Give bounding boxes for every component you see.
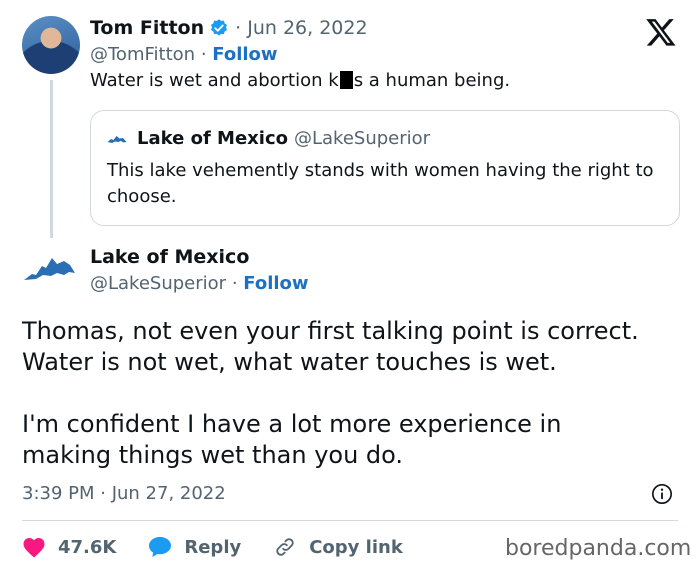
reply-bubble-icon [149, 537, 172, 557]
info-icon[interactable] [651, 483, 673, 505]
reply-button[interactable]: Reply [148, 536, 241, 558]
lake-logo-icon [107, 135, 127, 143]
reply-author-handle[interactable]: @LakeSuperior [90, 273, 226, 294]
original-author-handle[interactable]: @TomFitton [90, 44, 195, 65]
quoted-author-handle: @LakeSuperior [293, 128, 431, 149]
tom-fitton-avatar[interactable] [22, 16, 80, 74]
action-bar: 47.6K Reply Copy link [22, 534, 435, 560]
like-count: 47.6K [58, 536, 117, 558]
redaction-block [339, 71, 353, 89]
reply-author-name[interactable]: Lake of Mexico [90, 246, 249, 268]
lake-of-mexico-avatar[interactable] [22, 253, 80, 283]
handle-separator: · [200, 44, 207, 65]
heart-icon [23, 538, 45, 558]
copy-link-button[interactable]: Copy link [273, 536, 403, 558]
reply-timestamp[interactable]: 3:39 PM · Jun 27, 2022 [22, 483, 226, 504]
handle-separator: · [231, 273, 238, 294]
reply-body-line: I'm confident I have a lot more experien… [22, 410, 562, 438]
link-icon [276, 538, 294, 556]
original-handle-row: @TomFitton · Follow [90, 44, 278, 65]
original-text-part1: Water is wet and abortion k [90, 70, 339, 91]
like-button[interactable]: 47.6K [22, 536, 116, 558]
original-tweet-header: Tom Fitton · Jun 26, 2022 [90, 17, 368, 39]
boredpanda-watermark: boredpanda.com [505, 536, 692, 561]
copy-link-label: Copy link [309, 536, 403, 558]
reply-body-line: Thomas, not even your first talking poin… [22, 317, 639, 345]
verified-badge-icon [211, 19, 228, 36]
original-tweet-text: Water is wet and abortion k s a human bei… [90, 70, 510, 91]
reply-tweet-body: Thomas, not even your first talking poin… [22, 316, 692, 471]
original-text-part2: s a human being. [353, 70, 511, 91]
quoted-tweet-text: This lake vehemently stands with women h… [107, 160, 654, 207]
action-divider [22, 520, 678, 521]
x-logo-icon[interactable] [645, 16, 677, 48]
original-author-name[interactable]: Tom Fitton [90, 17, 204, 39]
quoted-tweet-header: Lake of Mexico @LakeSuperior [107, 128, 430, 149]
quoted-tweet-card[interactable]: Lake of Mexico @LakeSuperior This lake v… [90, 110, 680, 226]
reply-handle-row: @LakeSuperior · Follow [90, 273, 309, 294]
thread-connector-line [50, 80, 53, 238]
reply-label: Reply [184, 536, 242, 558]
reply-body-line: making things wet than you do. [22, 441, 404, 469]
original-tweet-date[interactable]: · Jun 26, 2022 [235, 17, 367, 39]
quoted-author-name: Lake of Mexico [137, 128, 288, 149]
reply-body-line: Water is not wet, what water touches is … [22, 348, 557, 376]
follow-button-lake[interactable]: Follow [243, 273, 308, 294]
follow-button-tom[interactable]: Follow [212, 44, 277, 65]
